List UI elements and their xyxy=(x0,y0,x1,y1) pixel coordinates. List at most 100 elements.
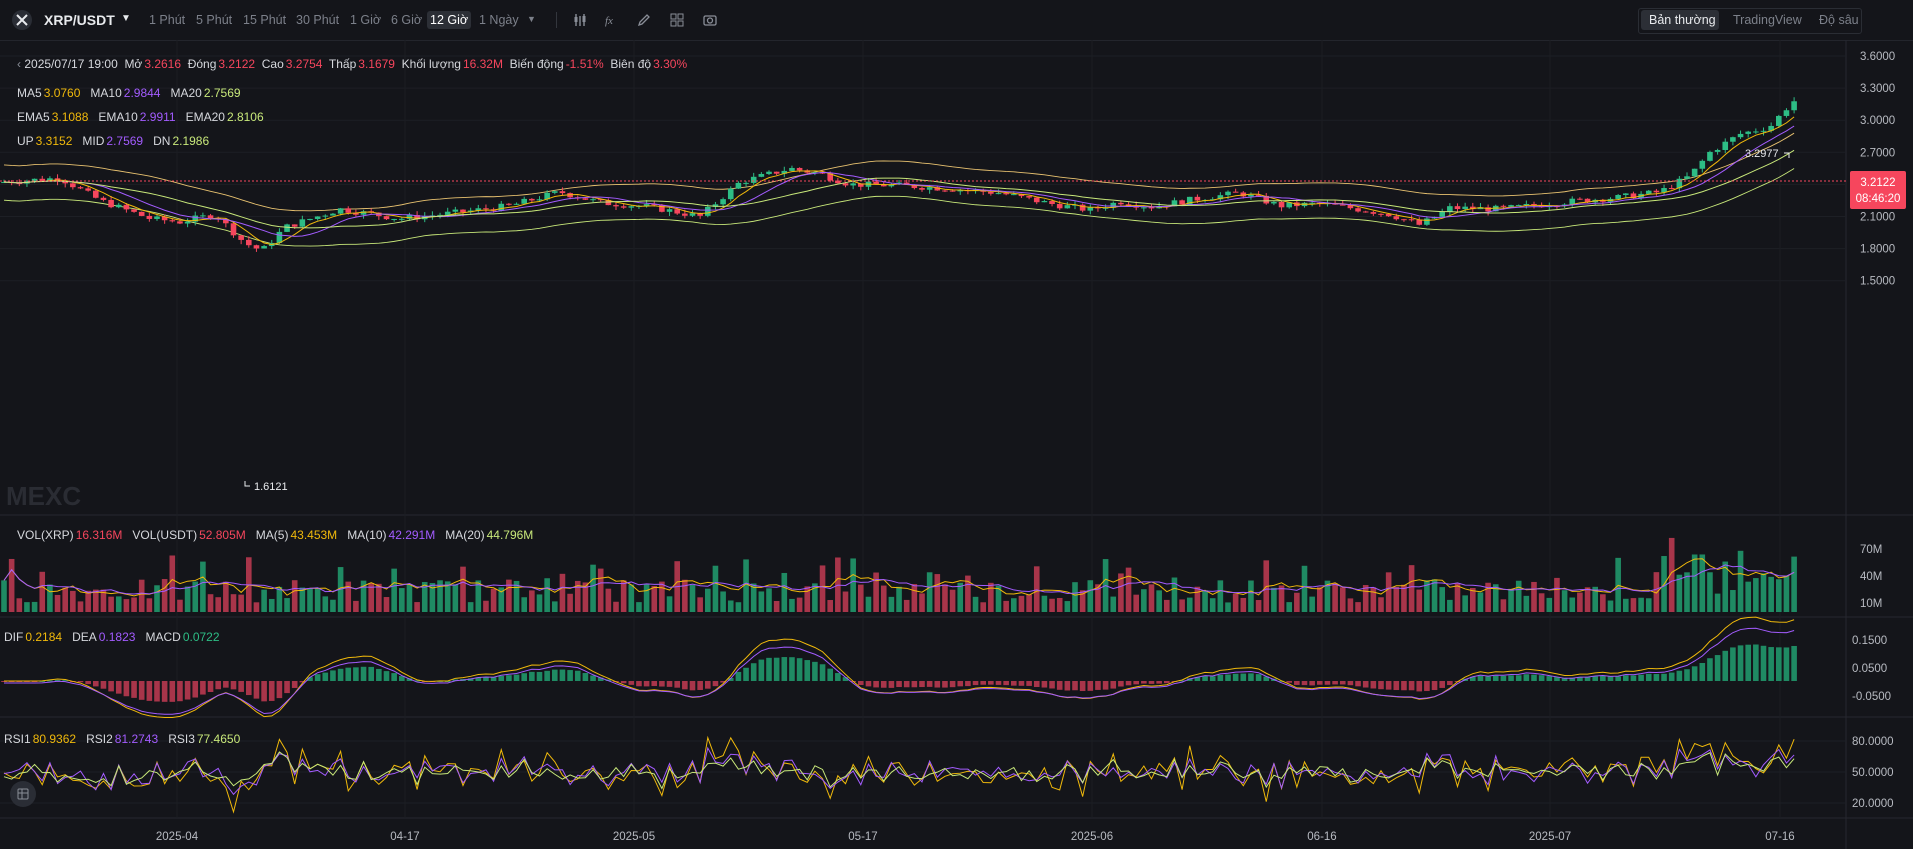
volume-bar xyxy=(819,565,826,612)
macd-bar xyxy=(789,657,795,681)
candle-body xyxy=(628,206,635,208)
legend-collapse-icon[interactable]: ‹ xyxy=(17,57,21,71)
macd-bar xyxy=(659,681,665,687)
timeframe-15m[interactable]: 15 Phút xyxy=(240,11,289,29)
timeframe-12h[interactable]: 12 Giờ xyxy=(427,11,472,29)
volume-bar xyxy=(1630,598,1637,612)
volume-bar xyxy=(1278,585,1285,612)
macd-bar xyxy=(138,681,145,700)
macd-bar xyxy=(1630,675,1637,681)
candle-body xyxy=(444,211,451,215)
volume-bar xyxy=(200,561,206,612)
volume-bar xyxy=(77,601,84,612)
macd-bar xyxy=(360,666,367,681)
view-basic[interactable]: Bản thường xyxy=(1649,13,1716,27)
macd-legend[interactable]: DIF 0.2184 DEA 0.1823 MACD 0.0722 xyxy=(4,630,220,644)
boll-legend[interactable]: UP 3.3152 MID 2.7569 DN 2.1986 xyxy=(17,134,209,148)
date-tick-label: 07-16 xyxy=(1765,831,1794,843)
view-depth[interactable]: Độ sâu xyxy=(1819,13,1859,27)
candle-body xyxy=(521,198,527,204)
macd-bar xyxy=(1523,674,1530,681)
candle-body xyxy=(1707,151,1713,161)
candle-body xyxy=(1577,198,1583,200)
ema5-value: 3.1088 xyxy=(51,110,89,124)
draw-icon[interactable] xyxy=(636,12,652,28)
volume-bar xyxy=(483,600,489,612)
volume-bar xyxy=(1362,585,1369,612)
volume-bar xyxy=(115,596,122,612)
macd-bar xyxy=(1776,647,1782,681)
price-tick-label: 1.8000 xyxy=(1860,244,1895,256)
volume-bar xyxy=(926,572,933,612)
volume-bar xyxy=(1,580,7,612)
candle-body xyxy=(613,205,619,207)
volume-bar xyxy=(1171,577,1178,612)
boll-up-value: 3.3152 xyxy=(35,134,73,148)
timeframe-6h[interactable]: 6 Giờ xyxy=(388,11,425,29)
rsi1-value: 80.9362 xyxy=(32,732,77,746)
macd-bar xyxy=(1355,681,1361,687)
low-marker: 1.6121 xyxy=(254,481,288,493)
candle-body xyxy=(995,193,1002,195)
volume-bar xyxy=(1454,583,1461,612)
macd-bar xyxy=(643,681,650,687)
volume-bar xyxy=(506,579,512,612)
timeframe-dropdown-icon[interactable]: ▼ xyxy=(527,14,536,24)
chevron-down-icon[interactable]: ▼ xyxy=(121,13,131,24)
candle-body xyxy=(1722,141,1729,151)
volume-bar xyxy=(399,588,405,612)
macd-bar xyxy=(207,681,214,692)
macd-bar xyxy=(1232,673,1239,681)
rsi-legend[interactable]: RSI1 80.9362 RSI2 81.2743 RSI3 77.4650 xyxy=(4,732,240,746)
volume-bar xyxy=(1531,581,1537,612)
volume-bar xyxy=(93,589,99,612)
macd-bar xyxy=(911,681,918,688)
macd-bar xyxy=(337,668,344,681)
ma-legend[interactable]: MA5 3.0760 MA10 2.9844 MA20 2.7569 xyxy=(17,86,241,100)
date-tick-label: 04-17 xyxy=(390,831,419,843)
fx-icon[interactable]: fx xyxy=(604,12,620,28)
macd-bar xyxy=(1110,681,1117,689)
view-tradingview[interactable]: TradingView xyxy=(1733,13,1802,27)
ema-legend[interactable]: EMA5 3.1088 EMA10 2.9911 EMA20 2.8106 xyxy=(17,110,264,124)
volume-bar xyxy=(31,601,38,612)
volume-bar xyxy=(1561,590,1568,612)
countdown-value: 08:46:20 xyxy=(1856,193,1901,205)
indicator-icon[interactable] xyxy=(572,12,588,28)
candle-body xyxy=(1454,206,1461,210)
candle-body xyxy=(238,235,244,240)
timeframe-1m[interactable]: 1 Phút xyxy=(146,11,188,29)
symbol-selector[interactable]: XRP/USDT xyxy=(44,12,115,28)
candle-body xyxy=(789,167,795,171)
macd-bar xyxy=(1684,669,1690,681)
volume-bar xyxy=(1783,575,1790,612)
macd-bar xyxy=(880,681,887,688)
volume-bar xyxy=(1676,574,1683,612)
macd-bar xyxy=(1209,676,1216,681)
camera-icon[interactable] xyxy=(702,12,718,28)
kline-chart[interactable]: MEXC 3.60003.30003.00002.70002.40002.100… xyxy=(0,40,1913,849)
volume-tick-label: 10M xyxy=(1860,598,1882,610)
volume-bar xyxy=(789,598,795,612)
volume-legend[interactable]: VOL(XRP) 16.316M VOL(USDT) 52.805M MA(5) 43… xyxy=(17,528,533,542)
macd-bar xyxy=(926,681,933,687)
candle-body xyxy=(1508,205,1514,207)
chart-settings-button[interactable] xyxy=(10,781,36,807)
timeframe-1h[interactable]: 1 Giờ xyxy=(347,11,384,29)
layout-icon[interactable] xyxy=(669,12,685,28)
candle-body xyxy=(322,215,329,217)
timeframe-5m[interactable]: 5 Phút xyxy=(193,11,235,29)
volume-bar xyxy=(1385,572,1392,612)
volume-bar xyxy=(934,574,941,612)
timeframe-30m[interactable]: 30 Phút xyxy=(293,11,342,29)
timeframe-1d[interactable]: 1 Ngày xyxy=(476,11,522,29)
volume-bar xyxy=(1607,600,1614,612)
candle-body xyxy=(1753,131,1759,133)
candle-body xyxy=(1026,196,1032,198)
macd-bar xyxy=(115,681,122,694)
dif-line xyxy=(4,616,1795,718)
macd-bar xyxy=(1760,645,1767,681)
candle-body xyxy=(1401,219,1407,221)
macd-tick-label: 0.0500 xyxy=(1852,663,1887,675)
volume-bar xyxy=(1768,576,1774,612)
